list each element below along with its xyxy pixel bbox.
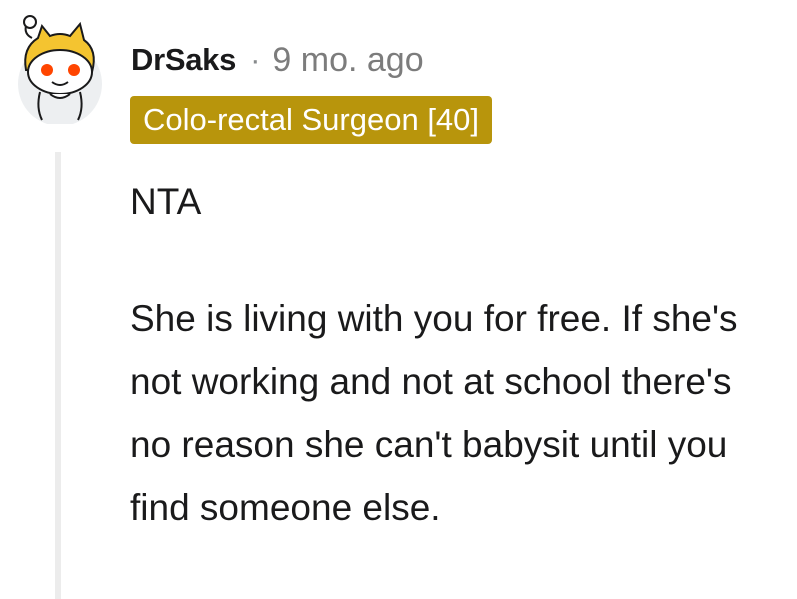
comment-header: DrSaks · 9 mo. ago [131,38,424,82]
comment-paragraph: She is living with you for free. If she'… [130,298,738,528]
thread-collapse-line[interactable] [55,152,61,599]
snoo-avatar-icon [18,15,102,126]
user-flair-badge[interactable]: Colo-rectal Surgeon [40] [130,96,493,144]
comment-paragraph: NTA [130,181,202,222]
user-avatar[interactable] [12,12,108,126]
meta-separator: · [250,42,261,77]
timestamp-link[interactable]: 9 mo. ago [272,41,423,80]
comment-body: NTA She is living with you for free. If … [130,170,780,539]
username-link[interactable]: DrSaks [131,42,236,78]
